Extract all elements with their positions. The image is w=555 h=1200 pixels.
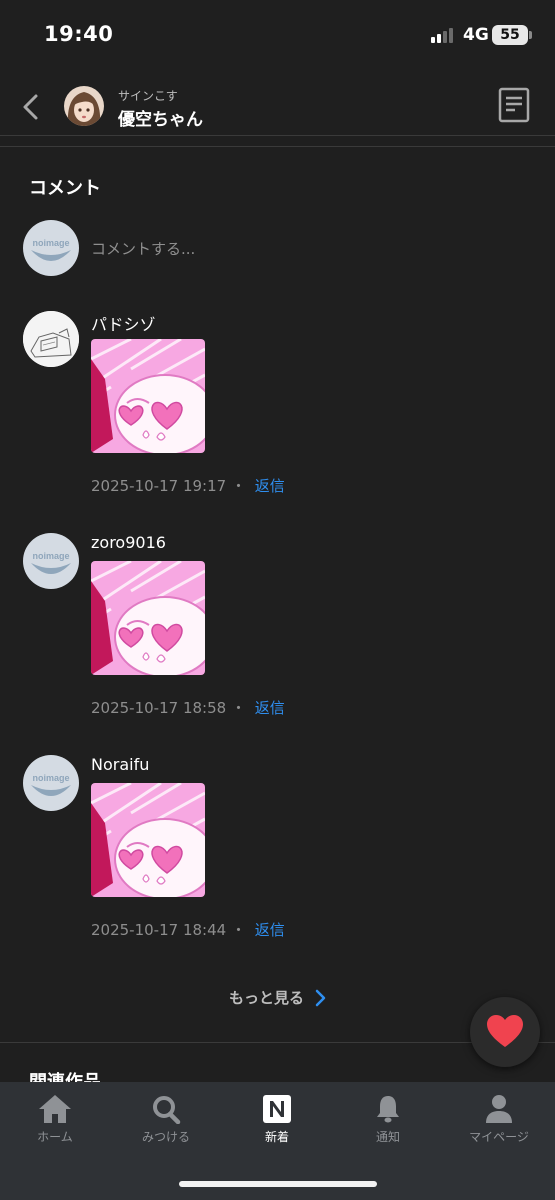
commenter-avatar-noimage[interactable]: noimage	[23, 755, 79, 811]
person-icon	[486, 1095, 512, 1123]
comment-username[interactable]: Noraifu	[91, 755, 149, 774]
chevron-right-icon[interactable]	[313, 989, 327, 1007]
commenter-avatar-noimage[interactable]: noimage	[23, 533, 79, 589]
battery-icon: 55	[492, 25, 532, 45]
tab-home[interactable]: ホーム	[5, 1094, 105, 1145]
header-subtitle: サインこす	[118, 89, 178, 103]
noimage-text: noimage	[32, 773, 69, 783]
heart-icon	[487, 1015, 523, 1047]
comment-username[interactable]: パドシゾ	[91, 311, 155, 335]
header-title[interactable]: 優空ちゃん	[118, 105, 203, 130]
meta-separator: ・	[226, 921, 251, 939]
creator-avatar[interactable]	[64, 86, 104, 126]
my-avatar-noimage: noimage	[23, 220, 79, 276]
signal-icon	[431, 27, 455, 43]
reply-link[interactable]: 返信	[255, 699, 285, 717]
comments-title: コメント	[29, 178, 101, 199]
work-header: サインこす 優空ちゃん	[0, 78, 555, 136]
tab-label: 通知	[375, 1130, 400, 1144]
noimage-text: noimage	[32, 551, 69, 561]
tab-new[interactable]: 新着	[227, 1094, 327, 1145]
tab-search[interactable]: みつける	[116, 1094, 216, 1145]
comment-meta: 2025-10-17 18:58 ・ 返信	[91, 697, 285, 718]
meta-separator: ・	[226, 477, 251, 495]
comment-stamp-image	[91, 339, 205, 453]
tab-notifications[interactable]: 通知	[338, 1094, 438, 1145]
status-bar: 19:40 4G 55	[0, 0, 555, 70]
tab-label: みつける	[141, 1130, 190, 1144]
search-icon	[153, 1096, 181, 1124]
document-icon[interactable]	[498, 87, 530, 123]
comment-stamp-image	[91, 783, 205, 897]
like-button[interactable]	[470, 997, 540, 1067]
comment-meta: 2025-10-17 19:17 ・ 返信	[91, 475, 285, 496]
tab-label: 新着	[264, 1130, 289, 1144]
status-time: 19:40	[44, 22, 114, 46]
comment-meta: 2025-10-17 18:44 ・ 返信	[91, 919, 285, 940]
home-icon	[39, 1095, 71, 1123]
bell-icon	[377, 1096, 399, 1123]
reply-link[interactable]: 返信	[255, 477, 285, 495]
tab-label: ホーム	[37, 1130, 73, 1144]
noimage-text: noimage	[32, 238, 69, 248]
network-label: 4G	[463, 25, 489, 45]
comment-timestamp: 2025-10-17 18:58	[91, 699, 227, 717]
new-n-icon	[263, 1095, 291, 1123]
comment-username[interactable]: zoro9016	[91, 533, 166, 552]
commenter-avatar[interactable]	[23, 311, 79, 367]
tab-mypage[interactable]: マイページ	[449, 1094, 549, 1145]
comment-stamp-image	[91, 561, 205, 675]
reply-link[interactable]: 返信	[255, 921, 285, 939]
comment-input[interactable]: コメントする...	[91, 238, 195, 259]
comment-timestamp: 2025-10-17 18:44	[91, 921, 227, 939]
meta-separator: ・	[226, 699, 251, 717]
back-chevron-icon[interactable]	[16, 90, 46, 124]
more-comments-link[interactable]: もっと見る	[229, 987, 304, 1008]
comment-timestamp: 2025-10-17 19:17	[91, 477, 227, 495]
divider	[0, 146, 555, 147]
home-indicator	[179, 1181, 377, 1187]
tab-label: マイページ	[469, 1130, 529, 1144]
